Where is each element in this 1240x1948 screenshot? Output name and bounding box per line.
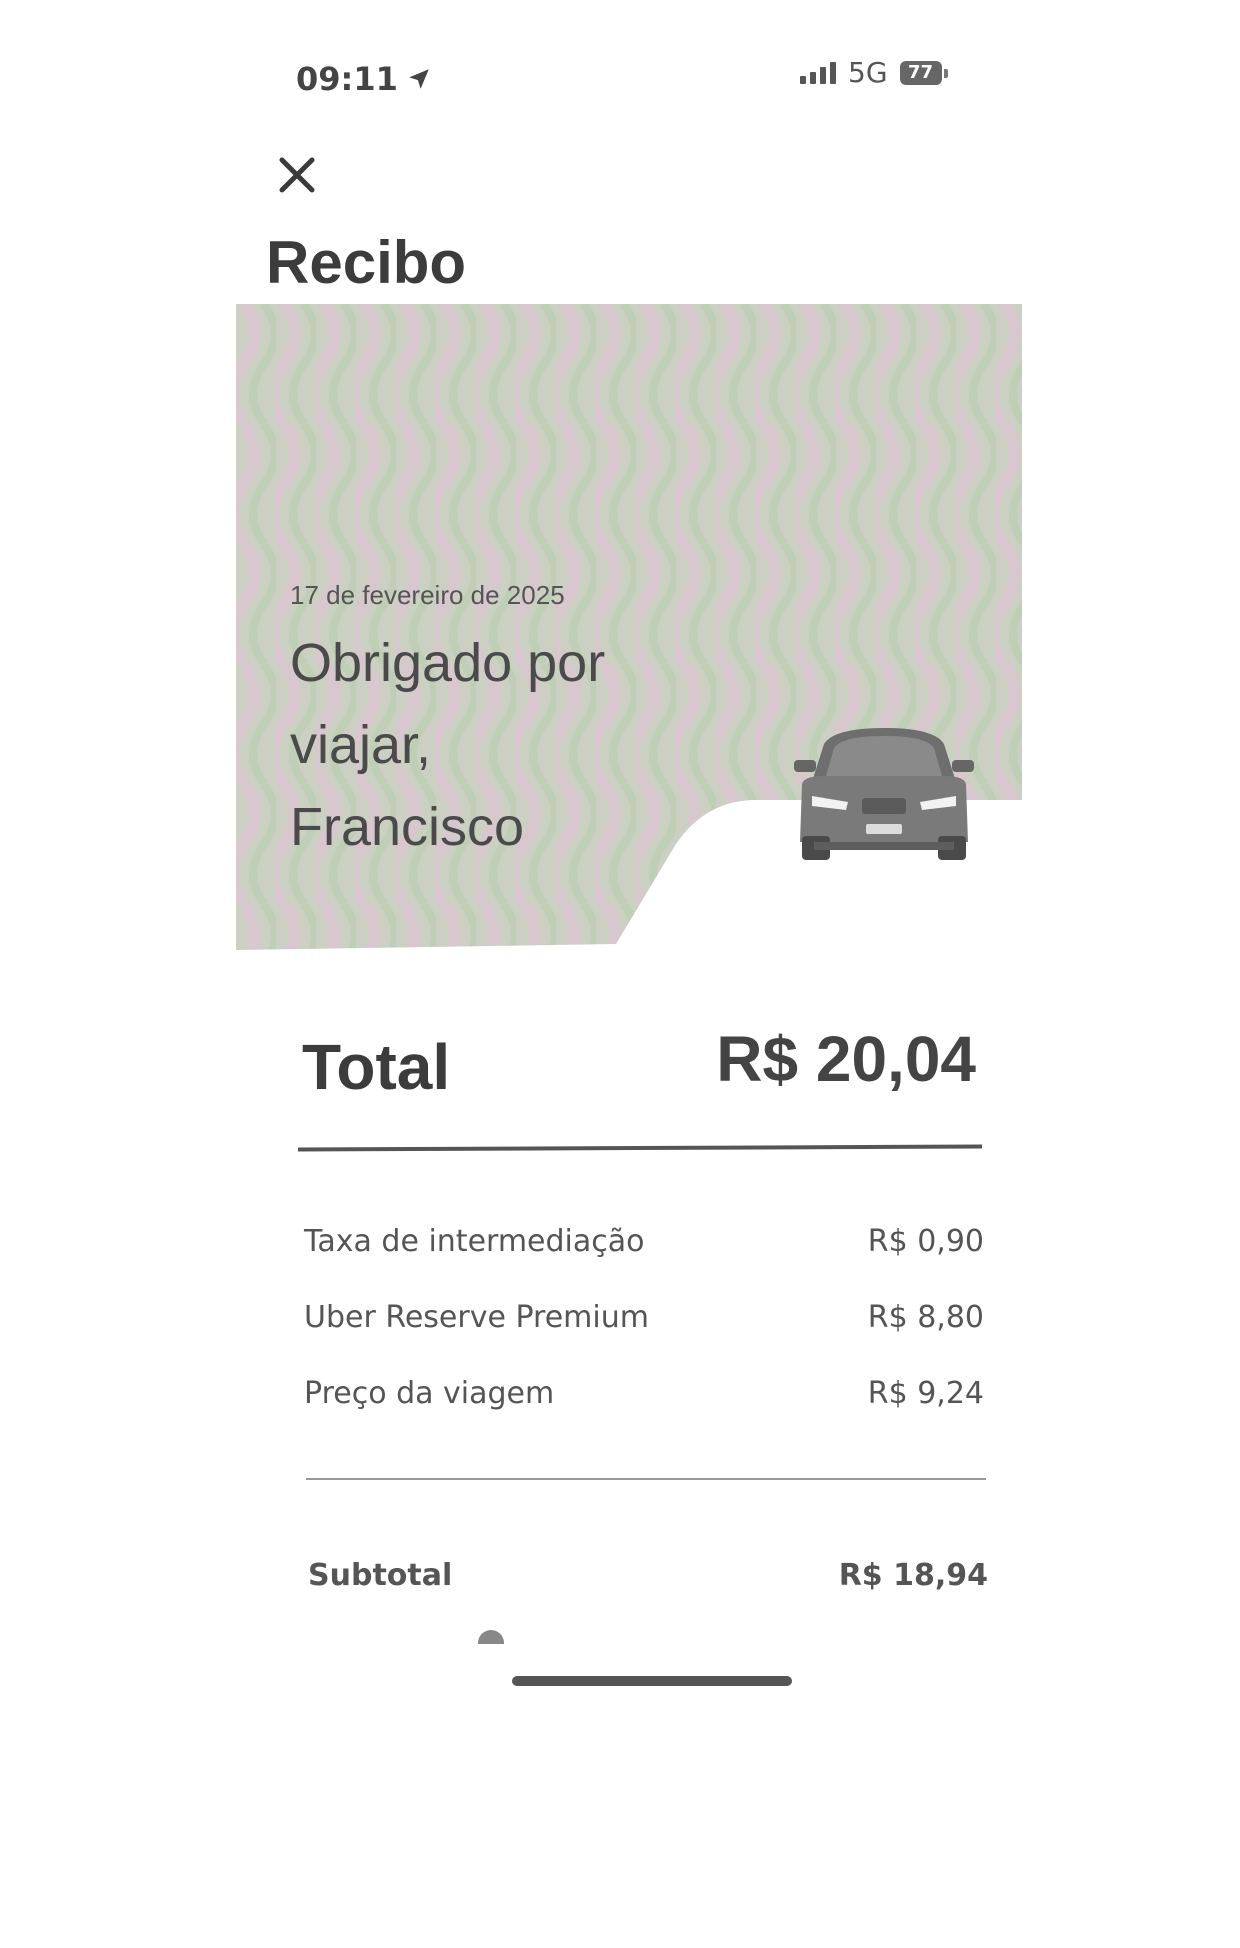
line-item-amount: R$ 9,24 bbox=[867, 1376, 984, 1411]
signal-icon bbox=[800, 61, 836, 84]
line-item-label: Uber Reserve Premium bbox=[304, 1300, 649, 1335]
line-item-amount: R$ 8,80 bbox=[867, 1300, 984, 1335]
battery-level: 77 bbox=[907, 62, 934, 83]
trip-date: 17 de fevereiro de 2025 bbox=[290, 580, 565, 610]
thank-you-message: Obrigado por viajar, Francisco bbox=[290, 633, 606, 857]
battery-icon: 77 bbox=[899, 60, 948, 85]
line-item-reserve: Uber Reserve Premium R$ 8,80 bbox=[304, 1300, 984, 1335]
home-indicator[interactable] bbox=[512, 1676, 792, 1686]
info-icon bbox=[478, 1630, 504, 1644]
line-item-label: Preço da viagem bbox=[304, 1376, 555, 1411]
network-label: 5G bbox=[848, 56, 888, 89]
close-icon bbox=[279, 157, 315, 193]
divider bbox=[297, 1144, 983, 1152]
line-item-fee: Taxa de intermediação R$ 0,90 bbox=[304, 1224, 984, 1259]
subtotal-label: Subtotal bbox=[308, 1558, 453, 1593]
line-item-trip-price: Preço da viagem R$ 9,24 bbox=[304, 1376, 984, 1411]
line-item-amount: R$ 0,90 bbox=[867, 1224, 984, 1259]
divider bbox=[306, 1478, 986, 1480]
total-amount: R$ 20,04 bbox=[716, 1023, 976, 1095]
line-item-label: Taxa de intermediação bbox=[304, 1224, 645, 1259]
subtotal-amount: R$ 18,94 bbox=[838, 1558, 988, 1593]
close-button[interactable] bbox=[270, 148, 324, 202]
location-arrow-icon bbox=[409, 69, 429, 89]
subtotal-row: Subtotal R$ 18,94 bbox=[308, 1558, 988, 1593]
time-text: 09:11 bbox=[296, 60, 398, 98]
total-label: Total bbox=[302, 1031, 451, 1103]
status-indicators: 5G 77 bbox=[800, 56, 948, 89]
partially-hidden-row bbox=[310, 1630, 990, 1644]
status-time: 09:11 bbox=[296, 60, 432, 98]
car-icon bbox=[794, 728, 974, 860]
hero-banner: 17 de fevereiro de 2025 Obrigado por via… bbox=[236, 304, 1022, 950]
page-title: Recibo bbox=[266, 229, 467, 296]
